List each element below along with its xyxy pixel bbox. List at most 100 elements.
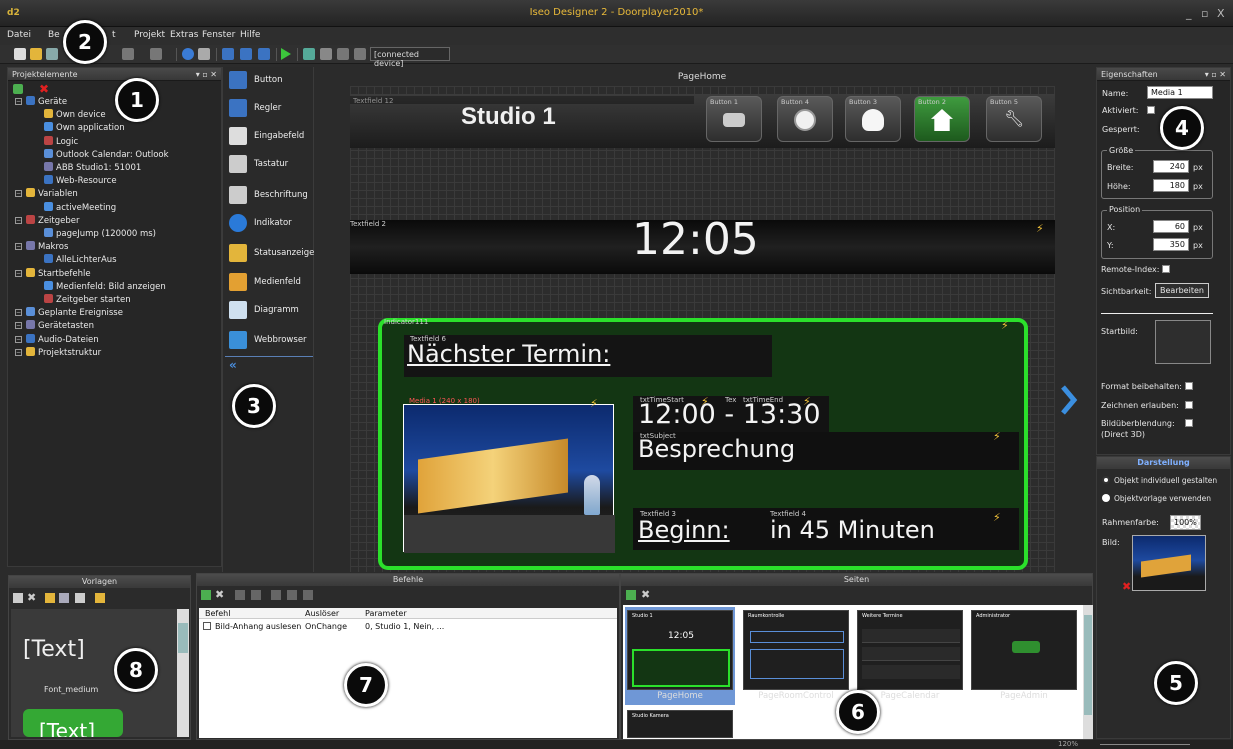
- tree-node[interactable]: Zeitgeber starten: [44, 294, 131, 306]
- tree-expander-icon[interactable]: −: [15, 269, 22, 277]
- open-icon[interactable]: [30, 48, 42, 60]
- tree-node[interactable]: AlleLichterAus: [44, 254, 117, 266]
- menu-datei[interactable]: Datei: [7, 30, 31, 40]
- col-parameter[interactable]: Parameter: [365, 609, 407, 618]
- command-copy-icon[interactable]: [287, 590, 297, 600]
- command-enabled-checkbox[interactable]: [203, 622, 211, 630]
- template-sample-text[interactable]: [Text]: [23, 637, 85, 662]
- page-delete-icon[interactable]: ✖: [641, 588, 650, 601]
- width-input[interactable]: 240: [1153, 160, 1189, 173]
- page-thumb-roomcontrol[interactable]: Raumkontrolle: [743, 610, 849, 690]
- button-clock[interactable]: Button 4: [777, 96, 833, 142]
- command-down-icon[interactable]: [251, 590, 261, 600]
- tool-button[interactable]: Button: [229, 69, 313, 93]
- run-icon[interactable]: [281, 48, 291, 60]
- clock-text[interactable]: 12:05: [632, 214, 759, 265]
- tree-node[interactable]: Variablen: [26, 188, 78, 200]
- page-add-icon[interactable]: [626, 590, 636, 600]
- minimize-button[interactable]: _: [1186, 7, 1192, 20]
- height-input[interactable]: 180: [1153, 179, 1189, 192]
- menu-projekt[interactable]: Projekt: [134, 30, 165, 40]
- begin-in-text[interactable]: in 45 Minuten: [770, 516, 935, 544]
- name-input[interactable]: Media 1: [1147, 86, 1213, 99]
- menu-fenster[interactable]: Fenster: [202, 30, 235, 40]
- transfer2-icon[interactable]: [354, 48, 366, 60]
- startbild-box[interactable]: [1155, 320, 1211, 364]
- command-paste-icon[interactable]: [303, 590, 313, 600]
- activated-checkbox[interactable]: [1147, 106, 1155, 114]
- tool-eingabefeld[interactable]: Eingabefeld: [229, 125, 313, 149]
- tree-expander-icon[interactable]: −: [15, 309, 22, 317]
- tree-node[interactable]: Geplante Ereignisse: [26, 307, 123, 319]
- tree-node[interactable]: ABB Studio1: 51001: [44, 162, 141, 174]
- button-camera[interactable]: Button 1: [706, 96, 762, 142]
- copy-icon[interactable]: [320, 48, 332, 60]
- tree-node[interactable]: Audio-Dateien: [26, 333, 99, 346]
- tree-expander-icon[interactable]: −: [15, 216, 22, 224]
- tree-node[interactable]: Outlook Calendar: Outlook: [44, 148, 169, 161]
- tree-node[interactable]: Medienfeld: Bild anzeigen: [44, 280, 166, 293]
- page-delete-icon[interactable]: [258, 48, 270, 60]
- tree-node[interactable]: Geräte: [26, 96, 67, 108]
- tool-regler[interactable]: Regler: [229, 97, 313, 121]
- allow-draw-checkbox[interactable]: [1185, 401, 1193, 409]
- template-delete-icon[interactable]: ✖: [27, 591, 36, 604]
- menu-ansicht[interactable]: t: [112, 30, 116, 40]
- page-icon[interactable]: [222, 48, 234, 60]
- window-icon[interactable]: [198, 48, 210, 60]
- frame-color-swatch[interactable]: 100%: [1170, 515, 1201, 530]
- undo-icon[interactable]: [122, 48, 134, 60]
- tree-node[interactable]: Projektstruktur: [26, 346, 101, 359]
- tree-expander-icon[interactable]: −: [15, 348, 22, 356]
- tree-node[interactable]: Startbefehle: [26, 267, 91, 280]
- button-settings[interactable]: Button 5 🔧︎: [986, 96, 1042, 142]
- table-row[interactable]: Bild-Anhang auslesen OnChange 0, Studio …: [199, 620, 617, 632]
- tree-node[interactable]: Gerätetasten: [26, 320, 94, 332]
- tree-node[interactable]: Logic: [44, 135, 78, 148]
- remove-image-icon[interactable]: ✖: [1122, 580, 1131, 593]
- tree-node[interactable]: Own application: [44, 122, 125, 134]
- tool-statusanzeige[interactable]: Statusanzeige: [229, 242, 314, 266]
- tool-tastatur[interactable]: Tastatur: [229, 153, 313, 177]
- collapse-toolbox-icon[interactable]: «: [229, 358, 237, 372]
- button-light[interactable]: Button 3: [845, 96, 901, 142]
- tree-node[interactable]: Web-Resource: [44, 175, 117, 187]
- y-input[interactable]: 350: [1153, 238, 1189, 251]
- next-meeting-heading[interactable]: Nächster Termin:: [407, 340, 610, 368]
- tree-expander-icon[interactable]: −: [15, 322, 22, 330]
- tree-node[interactable]: Zeitgeber: [26, 214, 80, 227]
- maximize-button[interactable]: ▫: [1201, 7, 1208, 20]
- tool-medienfeld[interactable]: Medienfeld: [229, 271, 313, 295]
- tree-expander-icon[interactable]: −: [15, 243, 22, 251]
- template-copy-icon[interactable]: [75, 593, 85, 603]
- x-input[interactable]: 60: [1153, 220, 1189, 233]
- page-thumb-admin[interactable]: Administrator: [971, 610, 1077, 690]
- tree-node[interactable]: pageJump (120000 ms): [44, 228, 156, 240]
- page-add-icon[interactable]: [240, 48, 252, 60]
- media-field[interactable]: [403, 404, 615, 553]
- menu-extras[interactable]: Extras: [170, 30, 198, 40]
- page-thumb-studiocam[interactable]: Studio Kamera: [627, 710, 733, 738]
- save-icon[interactable]: [46, 48, 58, 60]
- studio-title[interactable]: Studio 1: [461, 103, 556, 131]
- visibility-edit-button[interactable]: Bearbeiten: [1155, 283, 1209, 298]
- command-up-icon[interactable]: [235, 590, 245, 600]
- subject-text[interactable]: Besprechung: [638, 435, 795, 463]
- command-cut-icon[interactable]: [271, 590, 281, 600]
- tool-indikator[interactable]: Indikator: [229, 212, 313, 236]
- tool-webbrowser[interactable]: Webbrowser: [229, 329, 313, 353]
- tree-expander-icon[interactable]: −: [15, 190, 22, 198]
- add-element-icon[interactable]: [13, 84, 23, 94]
- templates-scrollbar[interactable]: [177, 609, 189, 737]
- template-tool-icon[interactable]: [95, 593, 105, 603]
- pages-scrollbar[interactable]: [1083, 605, 1093, 739]
- col-ausloeser[interactable]: Auslöser: [305, 609, 339, 618]
- blend-checkbox[interactable]: [1185, 419, 1193, 427]
- time-range-text[interactable]: 12:00 - 13:30: [638, 399, 821, 430]
- template-save-icon[interactable]: [59, 593, 69, 603]
- menu-hilfe[interactable]: Hilfe: [240, 30, 260, 40]
- tree-node[interactable]: Own device: [44, 109, 106, 121]
- begin-text[interactable]: Beginn:: [638, 516, 730, 544]
- tool-beschriftung[interactable]: Beschriftung: [229, 184, 313, 208]
- command-add-icon[interactable]: [201, 590, 211, 600]
